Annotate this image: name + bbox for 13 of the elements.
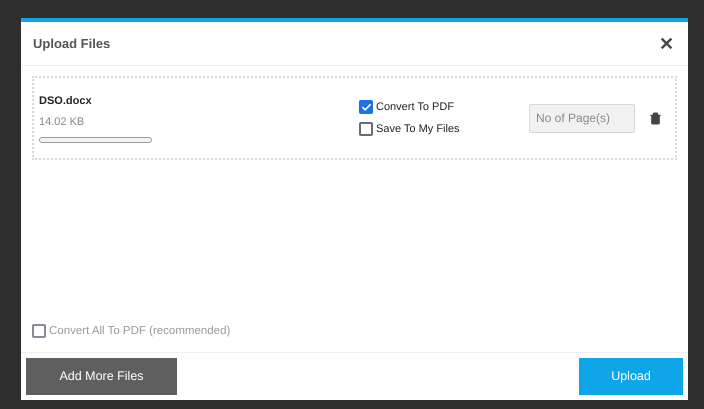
option-label: Convert To PDF [376, 100, 454, 115]
option-label: Save To My Files [376, 122, 460, 136]
check-icon [360, 102, 372, 113]
dialog-title: Upload Files [33, 34, 110, 53]
add-more-files-button[interactable]: Add More Files [26, 358, 177, 395]
checkbox[interactable] [359, 122, 373, 136]
convert-all-label: Convert All To PDF (recommended) [49, 324, 230, 339]
delete-icon[interactable] [649, 112, 662, 124]
file-size: 14.02 KB [39, 114, 86, 130]
close-button[interactable]: ✕ [659, 34, 676, 52]
checkbox[interactable] [359, 100, 373, 114]
file-name: DSO.docx [39, 94, 93, 109]
pages-field[interactable]: No of Page(s) [529, 104, 635, 132]
